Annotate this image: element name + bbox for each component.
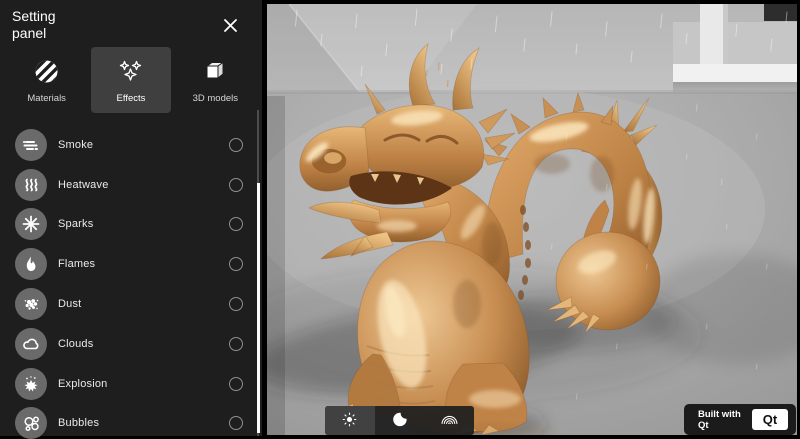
heatwave-icon bbox=[15, 169, 47, 201]
dust-radio[interactable] bbox=[229, 297, 243, 311]
night-button[interactable] bbox=[375, 406, 425, 435]
tab-3d-models-label: 3D models bbox=[193, 93, 238, 104]
clouds-icon bbox=[15, 328, 47, 360]
bubbles-icon bbox=[15, 407, 47, 439]
list-item-label: Clouds bbox=[58, 338, 229, 350]
list-item-explosion[interactable]: Explosion bbox=[0, 364, 262, 404]
scrollbar-thumb[interactable] bbox=[257, 183, 260, 433]
page-title: Setting panel bbox=[12, 8, 82, 42]
smoke-icon bbox=[15, 129, 47, 161]
app-window: Setting panel Materials bbox=[0, 0, 800, 439]
tab-bar: Materials Effects bbox=[0, 42, 262, 113]
setting-panel: Setting panel Materials bbox=[0, 0, 262, 436]
sparks-icon bbox=[15, 208, 47, 240]
list-item-label: Heatwave bbox=[58, 179, 229, 191]
list-item-smoke[interactable]: Smoke bbox=[0, 125, 262, 165]
list-item-label: Flames bbox=[58, 258, 229, 270]
sparks-radio[interactable] bbox=[229, 217, 243, 231]
list-item-clouds[interactable]: Clouds bbox=[0, 324, 262, 364]
built-with-qt-badge: Built with Qt Qt bbox=[684, 404, 796, 435]
built-with-qt-label: Built with Qt bbox=[698, 409, 752, 431]
list-item-label: Dust bbox=[58, 298, 229, 310]
panel-scrollbar[interactable] bbox=[257, 110, 260, 436]
qt-logo: Qt bbox=[752, 409, 788, 430]
list-item-heatwave[interactable]: Heatwave bbox=[0, 165, 262, 205]
panel-header: Setting panel bbox=[0, 0, 262, 42]
cube-icon bbox=[202, 58, 228, 84]
dust-icon bbox=[15, 288, 47, 320]
list-item-label: Bubbles bbox=[58, 417, 229, 429]
flames-radio[interactable] bbox=[229, 257, 243, 271]
explosion-icon bbox=[15, 368, 47, 400]
sparkles-icon bbox=[117, 58, 144, 84]
tab-materials-label: Materials bbox=[27, 93, 66, 104]
tab-3d-models[interactable]: 3D models bbox=[176, 47, 255, 113]
daylight-button[interactable] bbox=[325, 406, 375, 435]
explosion-radio[interactable] bbox=[229, 377, 243, 391]
heatwave-radio[interactable] bbox=[229, 178, 243, 192]
viewport-3d[interactable]: Built with Qt Qt bbox=[267, 4, 797, 435]
list-item-dust[interactable]: Dust bbox=[0, 284, 262, 324]
list-item-bubbles[interactable]: Bubbles bbox=[0, 404, 262, 439]
materials-sphere-icon bbox=[34, 58, 59, 84]
rainbow-icon bbox=[439, 409, 460, 433]
rainbow-light-button[interactable] bbox=[424, 406, 474, 435]
lighting-toolbar bbox=[325, 406, 474, 435]
list-item-label: Smoke bbox=[58, 139, 229, 151]
list-item-label: Explosion bbox=[58, 378, 229, 390]
smoke-radio[interactable] bbox=[229, 138, 243, 152]
tab-effects[interactable]: Effects bbox=[91, 47, 170, 113]
moon-icon bbox=[390, 410, 409, 432]
close-icon bbox=[223, 21, 238, 36]
close-button[interactable] bbox=[219, 14, 242, 37]
list-item-flames[interactable]: Flames bbox=[0, 244, 262, 284]
flames-icon bbox=[15, 248, 47, 280]
tab-effects-label: Effects bbox=[117, 93, 146, 104]
effects-list: Smoke Heatwave bbox=[0, 125, 262, 439]
list-item-label: Sparks bbox=[58, 218, 229, 230]
sun-icon bbox=[340, 410, 359, 432]
list-item-sparks[interactable]: Sparks bbox=[0, 205, 262, 245]
dragon-scene bbox=[267, 4, 797, 435]
clouds-radio[interactable] bbox=[229, 337, 243, 351]
bubbles-radio[interactable] bbox=[229, 416, 243, 430]
tab-materials[interactable]: Materials bbox=[7, 47, 86, 113]
